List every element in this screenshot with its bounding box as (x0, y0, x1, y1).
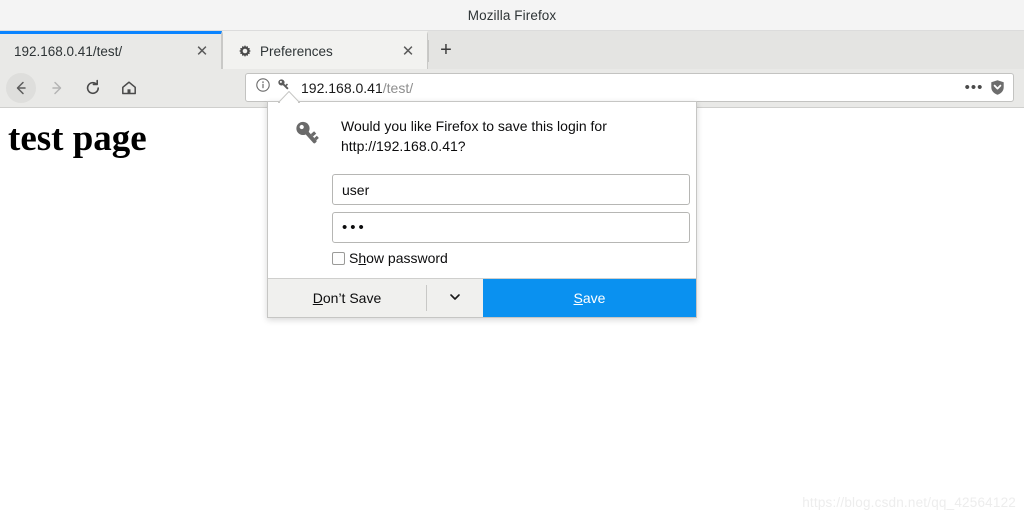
dont-save-accesskey: D (312, 290, 323, 306)
show-password-row[interactable]: Show password (332, 250, 680, 266)
url-bar[interactable]: 192.168.0.41/test/ ••• (245, 73, 1014, 102)
doorhanger-body: Would you like Firefox to save this logi… (268, 102, 696, 278)
page-actions-button[interactable]: ••• (961, 77, 987, 99)
show-password-checkbox[interactable] (332, 251, 345, 265)
more-options-button[interactable] (427, 279, 483, 317)
chevron-down-icon (448, 290, 462, 307)
window-title: Mozilla Firefox (467, 7, 557, 23)
credential-fields: user ••• Show password (332, 174, 690, 266)
gear-icon (237, 44, 253, 60)
password-save-doorhanger: Would you like Firefox to save this logi… (267, 101, 697, 318)
page-title: test page (8, 118, 147, 159)
username-value: user (342, 181, 370, 198)
doorhanger-arrow (277, 90, 301, 104)
show-password-label: Show password (349, 250, 448, 266)
username-field[interactable]: user (332, 174, 690, 205)
tab-preferences[interactable]: Preferences ✕ (222, 31, 428, 69)
tab-label: Preferences (260, 44, 333, 59)
info-circle-icon[interactable] (255, 77, 271, 98)
save-button[interactable]: Save (483, 279, 696, 317)
save-label: ave (582, 290, 606, 306)
doorhanger-message-line2: http://192.168.0.41? (341, 138, 466, 154)
dont-save-button[interactable]: Don’t Save (268, 279, 426, 317)
show-password-label-prefix: S (349, 250, 359, 266)
close-icon[interactable]: ✕ (191, 41, 213, 63)
back-arrow-icon (12, 79, 30, 97)
shield-chevron-down-icon[interactable] (987, 78, 1007, 98)
reload-button[interactable] (78, 73, 108, 103)
dont-save-label: on’t Save (322, 290, 382, 306)
tab-label: 192.168.0.41/test/ (14, 44, 123, 59)
forward-button[interactable] (42, 73, 72, 103)
doorhanger-message-line1: Would you like Firefox to save this logi… (341, 118, 607, 134)
forward-arrow-icon (48, 79, 66, 97)
password-field[interactable]: ••• (332, 212, 690, 243)
home-button[interactable] (114, 73, 144, 103)
home-icon (120, 79, 138, 97)
back-button[interactable] (6, 73, 36, 103)
new-tab-button[interactable]: + (429, 31, 463, 69)
url-text[interactable]: 192.168.0.41/test/ (301, 80, 961, 96)
tab-strip: 192.168.0.41/test/ ✕ Preferences ✕ + (0, 31, 1024, 69)
url-host: 192.168.0.41 (301, 79, 383, 96)
window-titlebar: Mozilla Firefox (0, 0, 1024, 31)
doorhanger-footer: Don’t Save Save (268, 278, 696, 317)
key-icon (291, 117, 325, 151)
show-password-accesskey: h (358, 250, 367, 266)
password-value: ••• (342, 219, 367, 236)
show-password-label-suffix: ow password (366, 250, 448, 266)
reload-icon (84, 79, 102, 97)
url-path: /test/ (382, 79, 414, 96)
doorhanger-message: Would you like Firefox to save this logi… (341, 115, 607, 156)
save-accesskey: S (573, 290, 583, 306)
watermark-text: https://blog.csdn.net/qq_42564122 (802, 495, 1016, 510)
close-icon[interactable]: ✕ (397, 41, 419, 63)
doorhanger-header: Would you like Firefox to save this logi… (284, 115, 680, 156)
tab-test-page[interactable]: 192.168.0.41/test/ ✕ (0, 31, 222, 69)
